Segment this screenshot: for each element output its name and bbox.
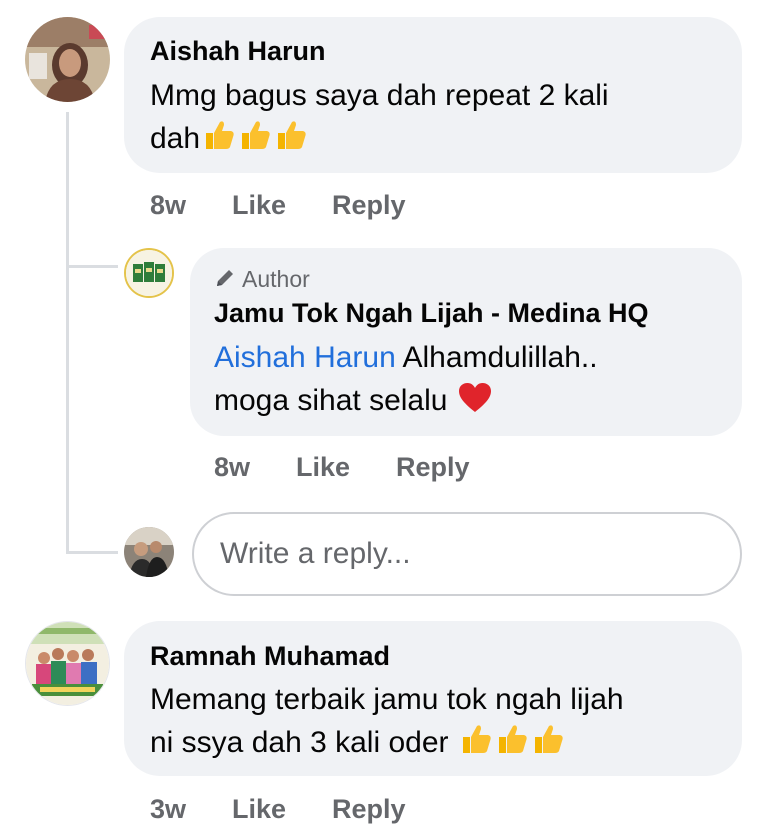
current-user-avatar	[124, 527, 174, 577]
thread-line-vertical	[66, 112, 69, 554]
thumbs-up-icon	[202, 118, 236, 164]
timestamp[interactable]: 3w	[150, 794, 186, 825]
reply-button[interactable]: Reply	[332, 794, 406, 825]
like-button[interactable]: Like	[232, 190, 286, 221]
comment-text-line: Memang terbaik jamu tok ngah lijah	[150, 683, 624, 716]
author-badge-label: Author	[242, 266, 310, 292]
thumbs-up-icon	[495, 722, 529, 768]
thumbs-up-icon	[274, 118, 308, 164]
timestamp[interactable]: 8w	[214, 452, 250, 483]
reply-button[interactable]: Reply	[396, 452, 470, 483]
thread-line-branch-input	[66, 551, 118, 554]
thumbs-up-icon	[238, 118, 272, 164]
like-button[interactable]: Like	[296, 452, 350, 483]
comment-author[interactable]: Aishah Harun	[150, 36, 326, 67]
comment-actions: 3w Like Reply	[150, 794, 450, 828]
reply-actions: 8w Like Reply	[214, 452, 514, 486]
comment-author[interactable]: Ramnah Muhamad	[150, 641, 390, 672]
reply-author[interactable]: Jamu Tok Ngah Lijah - Medina HQ	[214, 298, 649, 329]
reply-input[interactable]: Write a reply...	[192, 512, 742, 596]
red-heart-icon	[458, 382, 492, 426]
comment-text: Memang terbaik jamu tok ngah lijah ni ss…	[150, 678, 730, 768]
reply-input-placeholder: Write a reply...	[220, 537, 411, 570]
timestamp[interactable]: 8w	[150, 190, 186, 221]
like-button[interactable]: Like	[232, 794, 286, 825]
thumbs-up-icon	[531, 722, 565, 768]
avatar[interactable]	[25, 17, 110, 102]
thread-line-branch-reply	[66, 265, 118, 268]
reply-text: Aishah Harun Alhamdulillah.. moga sihat …	[214, 336, 734, 426]
reply-text-line: moga sihat selalu	[214, 379, 734, 426]
comment-text-line: ni ssya dah 3 kali oder	[150, 721, 730, 768]
comment-text-line: dah	[150, 117, 730, 164]
reply-text-fragment: moga sihat selalu	[214, 384, 456, 417]
reply-button[interactable]: Reply	[332, 190, 406, 221]
author-badge: Author	[214, 266, 310, 295]
thumbs-up-icon	[459, 722, 493, 768]
comment-text-fragment: ni ssya dah 3 kali oder	[150, 726, 457, 759]
reply-text-fragment: Alhamdulillah..	[395, 341, 598, 374]
page-avatar[interactable]	[124, 248, 174, 298]
mention-link[interactable]: Aishah Harun	[214, 341, 396, 374]
comment-actions: 8w Like Reply	[150, 190, 450, 224]
avatar[interactable]	[25, 621, 110, 706]
pencil-icon	[214, 267, 236, 295]
comment-text: Mmg bagus saya dah repeat 2 kali dah	[150, 74, 730, 164]
comment-text-line: Mmg bagus saya dah repeat 2 kali	[150, 79, 609, 112]
comment-text-fragment: dah	[150, 122, 201, 155]
reply-text-line: Aishah Harun Alhamdulillah..	[214, 336, 734, 379]
